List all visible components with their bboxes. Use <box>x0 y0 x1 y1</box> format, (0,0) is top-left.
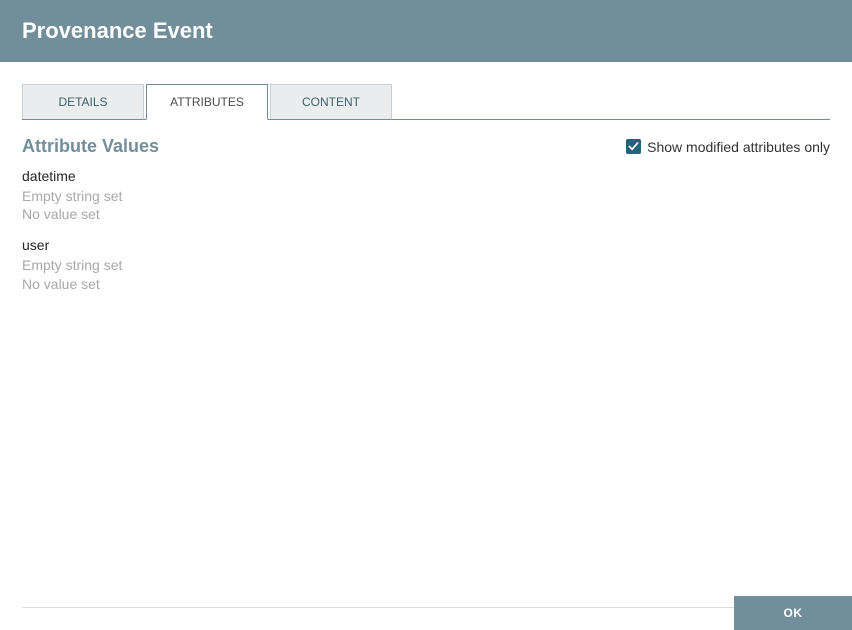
checkmark-icon <box>626 139 641 154</box>
tab-attributes[interactable]: Attributes <box>146 84 268 120</box>
panel-header: Attribute Values Show modified attribute… <box>22 136 830 157</box>
footer-divider <box>22 607 830 608</box>
dialog-footer: OK <box>0 607 852 630</box>
attribute-current-value: No value set <box>22 275 830 294</box>
tab-details[interactable]: Details <box>22 84 144 119</box>
dialog-header: Provenance Event <box>0 0 852 62</box>
attribute-original-value: Empty string set <box>22 187 830 206</box>
tab-content[interactable]: Content <box>270 84 392 119</box>
ok-button[interactable]: OK <box>734 596 852 630</box>
section-title: Attribute Values <box>22 136 159 157</box>
attribute-block: userEmpty string setNo value set <box>22 236 830 293</box>
dialog-title: Provenance Event <box>22 18 213 44</box>
dialog-body: Details Attributes Content Attribute Val… <box>0 62 852 294</box>
attribute-current-value: No value set <box>22 205 830 224</box>
tab-bar: Details Attributes Content <box>22 84 830 120</box>
attribute-original-value: Empty string set <box>22 256 830 275</box>
attribute-name: datetime <box>22 167 830 187</box>
attributes-panel: Attribute Values Show modified attribute… <box>22 120 830 294</box>
attribute-name: user <box>22 236 830 256</box>
show-modified-label: Show modified attributes only <box>647 139 830 155</box>
attribute-block: datetimeEmpty string setNo value set <box>22 167 830 224</box>
attribute-list: datetimeEmpty string setNo value setuser… <box>22 167 830 294</box>
show-modified-toggle[interactable]: Show modified attributes only <box>626 139 830 155</box>
